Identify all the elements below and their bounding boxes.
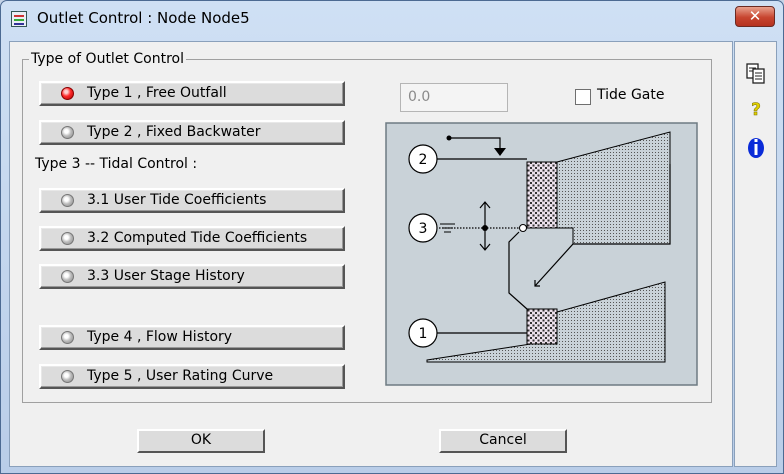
dialog-body: Type of Outlet Control Type 1 , Free Out…: [9, 41, 733, 467]
type1-button[interactable]: Type 1 , Free Outfall: [39, 81, 345, 106]
info-icon[interactable]: [744, 135, 768, 159]
leader-dot: [446, 135, 452, 141]
dialog-window: Outlet Control : Node Node5 ✕ Type of Ou…: [0, 0, 784, 474]
outlet-diagram: 2 3 1: [385, 122, 698, 386]
type1-label: Type 1 , Free Outfall: [87, 85, 227, 101]
type33-label: 3.3 User Stage History: [87, 268, 245, 284]
type4-button[interactable]: Type 4 , Flow History: [39, 325, 345, 350]
tide-node: [519, 224, 527, 232]
radio-icon: [61, 126, 74, 139]
type2-label: Type 2 , Fixed Backwater: [87, 124, 261, 140]
ok-button[interactable]: OK: [137, 429, 265, 453]
title-bar[interactable]: Outlet Control : Node Node5 ✕: [1, 1, 783, 37]
type3-heading: Type 3 -- Tidal Control :: [35, 156, 198, 172]
radio-icon: [61, 232, 74, 245]
node-3-label: 3: [419, 221, 428, 237]
tide-gate-label: Tide Gate: [597, 87, 665, 103]
radio-icon: [61, 270, 74, 283]
type5-button[interactable]: Type 5 , User Rating Curve: [39, 364, 345, 389]
lower-gate: [526, 308, 558, 345]
tide-center-dot: [482, 225, 488, 231]
type32-button[interactable]: 3.2 Computed Tide Coefficients: [39, 226, 345, 251]
svg-text:?: ?: [751, 100, 761, 120]
radio-icon: [61, 331, 74, 344]
type4-label: Type 4 , Flow History: [87, 329, 233, 345]
window-title: Outlet Control : Node Node5: [37, 9, 250, 27]
radio-selected-icon: [61, 87, 74, 100]
type2-button[interactable]: Type 2 , Fixed Backwater: [39, 120, 345, 145]
type32-label: 3.2 Computed Tide Coefficients: [87, 230, 308, 246]
radio-icon: [61, 194, 74, 207]
node-1-label: 1: [419, 326, 428, 342]
node-2-label: 2: [419, 152, 428, 168]
type31-button[interactable]: 3.1 User Tide Coefficients: [39, 188, 345, 213]
type31-label: 3.1 User Tide Coefficients: [87, 192, 267, 208]
tide-gate-checkbox[interactable]: [575, 89, 591, 105]
side-toolbar: ?: [734, 41, 777, 467]
upper-gate: [526, 161, 558, 229]
radio-icon: [61, 370, 74, 383]
help-icon[interactable]: ?: [744, 97, 768, 121]
type5-label: Type 5 , User Rating Curve: [87, 368, 274, 384]
fixed-stage-input[interactable]: 0.0: [400, 83, 508, 112]
cancel-button[interactable]: Cancel: [439, 429, 567, 453]
app-icon: [11, 11, 27, 27]
type33-button[interactable]: 3.3 User Stage History: [39, 264, 345, 289]
close-button[interactable]: ✕: [735, 6, 775, 27]
copy-icon[interactable]: [744, 61, 768, 85]
group-legend: Type of Outlet Control: [31, 51, 184, 67]
